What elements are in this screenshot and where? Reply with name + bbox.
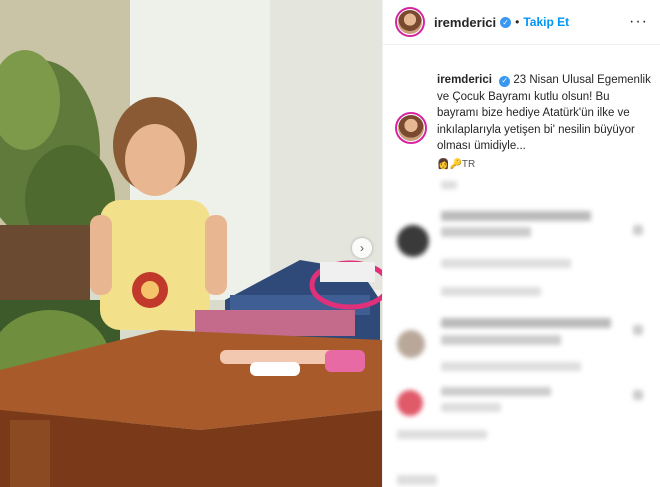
avatar[interactable] <box>395 7 425 37</box>
post-caption: iremderici ✓ 23 Nisan Ulusal Egemenlik v… <box>395 72 651 173</box>
flag-label: TR <box>461 158 476 170</box>
key-emoji-icon: 🔑 <box>449 158 462 170</box>
post-header: iremderici ✓ • Takip Et ··· <box>383 0 660 45</box>
person-emoji-icon: 👩 <box>437 158 450 170</box>
caption-verified-icon: ✓ <box>499 75 511 87</box>
separator-dot: • <box>515 15 520 29</box>
carousel-next-button[interactable]: › <box>352 238 372 258</box>
follow-button[interactable]: Takip Et <box>523 15 569 29</box>
caption-username[interactable]: iremderici <box>437 74 492 86</box>
more-options-icon[interactable]: ··· <box>629 13 648 31</box>
header-username[interactable]: iremderici <box>434 15 496 30</box>
caption-body: iremderici ✓ 23 Nisan Ulusal Egemenlik v… <box>437 72 651 173</box>
verified-badge-icon: ✓ <box>500 16 512 28</box>
post-photo <box>0 0 382 487</box>
caption-emoji-row: 👩🔑TR <box>437 157 651 174</box>
post-side-panel: iremderici ✓ • Takip Et ··· iremderici ✓… <box>382 0 660 487</box>
caption-avatar[interactable] <box>395 112 427 144</box>
blurred-comments <box>383 175 660 487</box>
